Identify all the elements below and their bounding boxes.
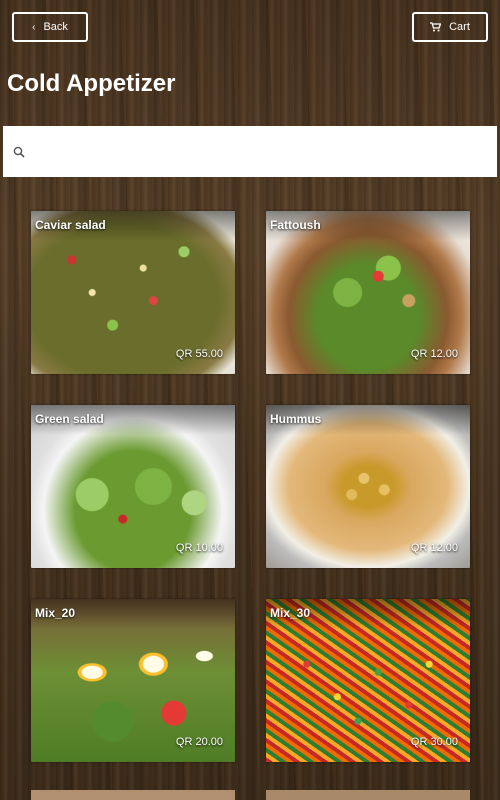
item-name: Mix_30 — [266, 599, 470, 629]
search-icon — [13, 146, 25, 158]
cart-icon — [430, 22, 442, 32]
search-input[interactable] — [33, 130, 497, 173]
chevron-left-icon: ‹ — [32, 21, 36, 33]
item-price: QR 55.00 — [175, 348, 223, 360]
next-row-card-peek — [31, 790, 235, 800]
menu-item-mix-20[interactable]: Mix_20 QR 20.00 — [31, 599, 235, 762]
item-price: QR 20.00 — [175, 736, 223, 748]
back-button[interactable]: ‹ Back — [12, 12, 88, 42]
menu-item-mix-30[interactable]: Mix_30 QR 30.00 — [266, 599, 470, 762]
menu-item-hummus[interactable]: Hummus QR 12.00 — [266, 405, 470, 568]
top-bar: ‹ Back Cart — [0, 0, 500, 60]
item-name: Caviar salad — [31, 211, 235, 241]
menu-item-caviar-salad[interactable]: Caviar salad QR 55.00 — [31, 211, 235, 374]
search-bar[interactable] — [3, 126, 497, 177]
cart-button[interactable]: Cart — [412, 12, 488, 42]
item-price: QR 10.00 — [175, 542, 223, 554]
item-price: QR 12.00 — [410, 542, 458, 554]
item-name: Green salad — [31, 405, 235, 435]
back-button-label: Back — [43, 21, 68, 33]
item-price: QR 12.00 — [410, 348, 458, 360]
cart-button-label: Cart — [449, 21, 470, 33]
menu-item-fattoush[interactable]: Fattoush QR 12.00 — [266, 211, 470, 374]
item-name: Fattoush — [266, 211, 470, 241]
next-row-card-peek — [266, 790, 470, 800]
item-name: Hummus — [266, 405, 470, 435]
menu-item-green-salad[interactable]: Green salad QR 10.00 — [31, 405, 235, 568]
item-price: QR 30.00 — [410, 736, 458, 748]
page-title: Cold Appetizer — [7, 70, 176, 97]
item-name: Mix_20 — [31, 599, 235, 629]
